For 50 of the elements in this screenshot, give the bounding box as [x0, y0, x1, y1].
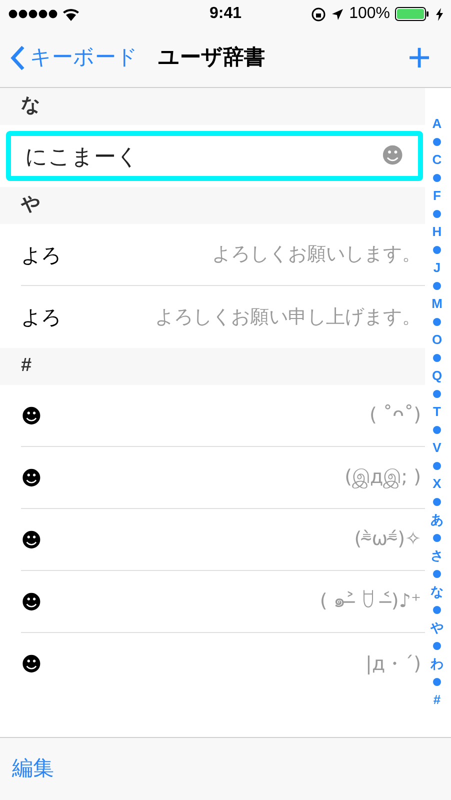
index-letter[interactable]: H	[432, 224, 442, 239]
reading-text: ☻	[21, 651, 42, 678]
phrase-text: ( ๑˃̶ ꇴ ˂̶)♪⁺	[320, 589, 421, 614]
signal-icon	[8, 9, 58, 19]
index-letter[interactable]: T	[433, 404, 441, 419]
entry-field[interactable]: にこまーく ☻	[6, 131, 423, 181]
reading-text: よろ	[21, 304, 61, 331]
phrase-text: ☻	[381, 142, 404, 170]
add-button[interactable]: +	[408, 38, 431, 78]
chevron-left-icon	[10, 44, 26, 70]
section-header: な	[21, 94, 40, 118]
reading-text: よろ	[21, 242, 61, 268]
index-letter[interactable]: V	[432, 440, 442, 455]
phrase-text: (⁼̴̀ω⁼̴́)✧	[354, 527, 421, 552]
index-letter[interactable]: #	[433, 692, 441, 707]
phrase-text: よろしくお願い申し上げます。	[155, 304, 421, 330]
battery-icon	[395, 7, 431, 21]
phrase-text: (இдஇ; )	[344, 465, 421, 490]
index-letter[interactable]: O	[432, 332, 442, 347]
index-letter[interactable]: C	[432, 152, 442, 167]
index-letter[interactable]: X	[432, 476, 442, 491]
reading-text: にこまーく	[25, 142, 140, 170]
index-letter[interactable]: A	[432, 116, 442, 131]
phrase-text: よろしくお願いします。	[212, 242, 421, 268]
reading-text: ☻	[21, 402, 42, 430]
index-letter[interactable]: わ	[430, 656, 444, 671]
index-letter[interactable]: な	[430, 584, 444, 599]
index-letter[interactable]: M	[432, 296, 442, 311]
index-letter[interactable]: F	[433, 188, 441, 203]
section-header: や	[21, 193, 40, 218]
back-button[interactable]: キーボード	[0, 42, 138, 74]
reading-text: ☻	[21, 464, 42, 492]
index-letter[interactable]: さ	[430, 548, 444, 563]
section-header: #	[21, 354, 32, 378]
location-arrow-icon	[331, 8, 344, 20]
battery-text: 100%	[349, 4, 390, 24]
reading-text: ☻	[21, 526, 42, 554]
page-title: ユーザ辞書	[158, 44, 265, 71]
rotation-lock-icon	[311, 6, 326, 22]
index-letter[interactable]: Q	[432, 368, 442, 383]
edit-button[interactable]: 編集	[12, 753, 54, 785]
charging-icon	[436, 8, 443, 20]
index-letter[interactable]: あ	[430, 512, 444, 527]
reading-text: ☻	[21, 588, 42, 616]
index-letter[interactable]: J	[433, 260, 441, 275]
time-text: 9:41	[209, 4, 242, 24]
phrase-text: ( ˚ᴖ˚)	[370, 403, 421, 428]
index-letter[interactable]: や	[430, 620, 444, 635]
phrase-text: |д・´)	[366, 652, 421, 677]
wifi-icon	[62, 8, 80, 20]
